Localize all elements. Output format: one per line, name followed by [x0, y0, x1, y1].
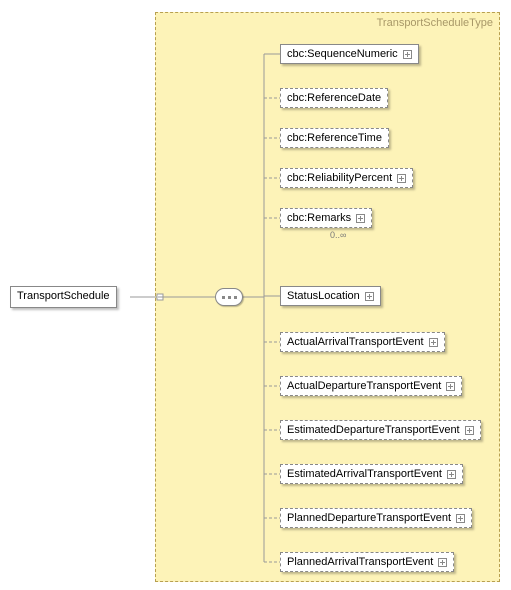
child-element-label: EstimatedArrivalTransportEvent [287, 468, 442, 480]
child-element[interactable]: cbc:ReferenceTime [280, 128, 389, 148]
cardinality-label: 0..∞ [330, 230, 346, 240]
child-element-label: EstimatedDepartureTransportEvent [287, 424, 460, 436]
expand-icon[interactable] [438, 558, 447, 567]
child-element[interactable]: PlannedDepartureTransportEvent [280, 508, 472, 528]
expand-icon[interactable] [429, 338, 438, 347]
child-element[interactable]: EstimatedDepartureTransportEvent [280, 420, 481, 440]
child-element-label: cbc:ReferenceDate [287, 92, 381, 104]
expand-icon[interactable] [397, 174, 406, 183]
child-element[interactable]: cbc:Remarks [280, 208, 372, 228]
child-element[interactable]: cbc:ReferenceDate [280, 88, 388, 108]
child-element[interactable]: ActualDepartureTransportEvent [280, 376, 462, 396]
child-element[interactable]: cbc:SequenceNumeric [280, 44, 419, 64]
type-label: TransportScheduleType [377, 17, 493, 29]
expand-icon[interactable] [447, 470, 456, 479]
child-element[interactable]: PlannedArrivalTransportEvent [280, 552, 454, 572]
child-element-label: cbc:SequenceNumeric [287, 48, 398, 60]
child-element-label: cbc:ReliabilityPercent [287, 172, 392, 184]
child-element[interactable]: EstimatedArrivalTransportEvent [280, 464, 463, 484]
expand-icon[interactable] [456, 514, 465, 523]
child-element[interactable]: StatusLocation [280, 286, 381, 306]
sequence-icon [215, 288, 243, 306]
child-element-label: ActualDepartureTransportEvent [287, 380, 441, 392]
child-element[interactable]: ActualArrivalTransportEvent [280, 332, 445, 352]
expand-icon[interactable] [403, 50, 412, 59]
expand-icon[interactable] [365, 292, 374, 301]
child-element-label: PlannedArrivalTransportEvent [287, 556, 433, 568]
expand-icon[interactable] [465, 426, 474, 435]
child-element-label: cbc:Remarks [287, 212, 351, 224]
child-element-label: StatusLocation [287, 290, 360, 302]
root-element-label: TransportSchedule [17, 290, 110, 302]
child-element-label: ActualArrivalTransportEvent [287, 336, 424, 348]
child-element-label: PlannedDepartureTransportEvent [287, 512, 451, 524]
sequence-compositor[interactable] [215, 288, 243, 306]
root-element[interactable]: TransportSchedule [10, 286, 117, 308]
expand-icon[interactable] [446, 382, 455, 391]
expand-icon[interactable] [356, 214, 365, 223]
child-element-label: cbc:ReferenceTime [287, 132, 382, 144]
child-element[interactable]: cbc:ReliabilityPercent [280, 168, 413, 188]
